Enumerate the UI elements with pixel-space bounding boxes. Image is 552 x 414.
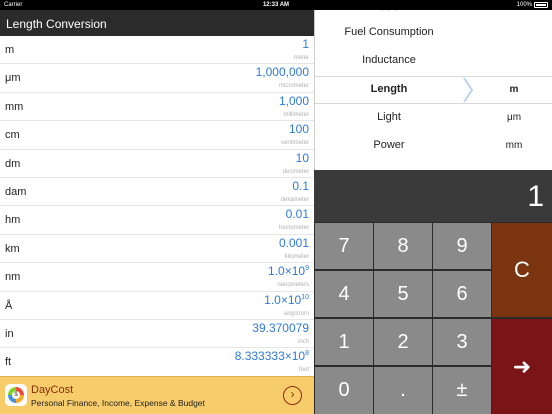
unit-value: 1,000 (278, 93, 309, 108)
key-9[interactable]: 9 (433, 223, 491, 269)
key-4[interactable]: 4 (315, 271, 373, 317)
key-0[interactable]: 0 (315, 367, 373, 414)
plus-minus-key[interactable]: ± (433, 367, 491, 414)
exponent: 9 (305, 265, 309, 273)
list-item[interactable]: mm 1,000 millimeter (0, 93, 314, 122)
key-8[interactable]: 8 (374, 223, 432, 269)
unit-symbol: mm (5, 100, 24, 113)
key-2[interactable]: 2 (374, 319, 432, 365)
unit-symbol: m (5, 44, 15, 56)
picker-unit-selected[interactable]: m (475, 84, 552, 95)
unit-name: decimeter (282, 168, 309, 175)
exponent: 8 (305, 350, 309, 358)
picker-category[interactable]: Inductance (315, 54, 463, 66)
picker-category-partial: · · · (380, 10, 398, 16)
unit-symbol: cm (5, 129, 20, 142)
display-value: 1 (527, 180, 544, 213)
list-item[interactable]: μm 1,000,000 micrometer (0, 64, 314, 93)
unit-symbol: hm (5, 214, 21, 227)
unit-value: 1.0×1010 (264, 292, 309, 307)
navigation-bar: Length Conversion (0, 10, 314, 36)
value-display: 1 (314, 170, 552, 222)
unit-symbol: ft (5, 356, 12, 369)
unit-name: micrometer (278, 83, 309, 90)
unit-name: nanometers (277, 282, 309, 289)
picker-unit[interactable]: μm (475, 112, 552, 123)
picker-category-selected[interactable]: Length (315, 83, 463, 95)
unit-name: kilometer (284, 253, 309, 260)
unit-symbol: in (5, 327, 14, 340)
unit-value: 1.0×109 (268, 264, 309, 279)
unit-value: 1 (302, 37, 309, 51)
ad-title: DayCost (31, 384, 74, 396)
list-item[interactable]: cm 100 centimeter (0, 121, 314, 150)
conversion-list[interactable]: m 1 meter μm 1,000,000 micrometer mm 1,0… (0, 36, 314, 376)
list-item[interactable]: ft 8.333333×108 foot (0, 348, 314, 376)
ad-banner[interactable]: $ DayCost Personal Finance, Income, Expe… (0, 376, 314, 414)
unit-name: dekameter (280, 196, 309, 203)
unit-name: hectometer (278, 225, 309, 232)
unit-value: 10 (295, 150, 309, 165)
unit-name: foot (298, 367, 309, 374)
conversion-panel: Length Conversion m 1 meter μm 1,000,000… (0, 10, 314, 414)
key-3[interactable]: 3 (433, 319, 491, 365)
battery-icon (534, 2, 548, 8)
picker-category[interactable]: Light (315, 111, 463, 123)
list-item[interactable]: Å 1.0×1010 angstrom (0, 292, 314, 320)
unit-value: 39.370079 (252, 320, 309, 335)
unit-symbol: nm (5, 271, 21, 284)
calculator-panel: · · · Fuel Consumption Inductance Length… (314, 10, 552, 414)
unit-value: 0.01 (285, 207, 309, 222)
picker-category[interactable]: Fuel Consumption (315, 26, 463, 38)
battery-percent: 100% (516, 2, 532, 8)
list-item[interactable]: dm 10 decimeter (0, 150, 314, 178)
ad-subtitle: Personal Finance, Income, Expense & Budg… (31, 398, 205, 408)
exponent: 10 (301, 293, 309, 301)
chevron-right-icon (463, 77, 474, 103)
unit-symbol: Å (5, 299, 13, 312)
unit-symbol: km (5, 242, 20, 255)
list-item[interactable]: nm 1.0×109 nanometers (0, 263, 314, 292)
unit-name: millimeter (283, 111, 309, 118)
key-7[interactable]: 7 (315, 223, 373, 269)
chevron-right-circle-icon[interactable]: › (283, 386, 302, 405)
unit-name: meter (293, 55, 309, 61)
unit-value: 100 (288, 122, 309, 137)
status-bar: Carrier 12:33 AM 100% (0, 0, 552, 10)
key-5[interactable]: 5 (374, 271, 432, 317)
list-item[interactable]: hm 0.01 hectometer (0, 206, 314, 235)
unit-value: 1,000,000 (255, 65, 309, 80)
clear-button[interactable]: C (492, 223, 552, 317)
unit-symbol: dm (5, 157, 21, 170)
unit-value: 0.001 (278, 235, 309, 250)
unit-symbol: μm (5, 72, 21, 85)
page-title: Length Conversion (6, 17, 107, 31)
picker-unit[interactable]: mm (475, 140, 552, 151)
unit-symbol: dam (5, 185, 27, 198)
unit-value: 8.333333×108 (234, 349, 309, 364)
decimal-key[interactable]: . (374, 367, 432, 414)
daycost-logo: $ (5, 384, 27, 406)
list-item[interactable]: km 0.001 kilometer (0, 235, 314, 264)
unit-picker[interactable]: · · · Fuel Consumption Inductance Length… (314, 10, 552, 170)
list-item[interactable]: dam 0.1 dekameter (0, 178, 314, 207)
unit-name: inch (297, 338, 309, 345)
unit-name: centimeter (280, 140, 309, 147)
list-item[interactable]: m 1 meter (0, 36, 314, 65)
list-item[interactable]: in 39.370079 inch (0, 320, 314, 349)
key-6[interactable]: 6 (433, 271, 491, 317)
clock: 12:33 AM (262, 2, 290, 8)
keypad: 7 8 9 C 4 5 6 1 2 3 ➜ 0 . ± (314, 222, 552, 414)
unit-value: 0.1 (292, 178, 309, 193)
key-1[interactable]: 1 (315, 319, 373, 365)
picker-category[interactable]: Power (315, 139, 463, 151)
enter-button[interactable]: ➜ (492, 319, 552, 414)
unit-name: angstrom (283, 310, 309, 317)
